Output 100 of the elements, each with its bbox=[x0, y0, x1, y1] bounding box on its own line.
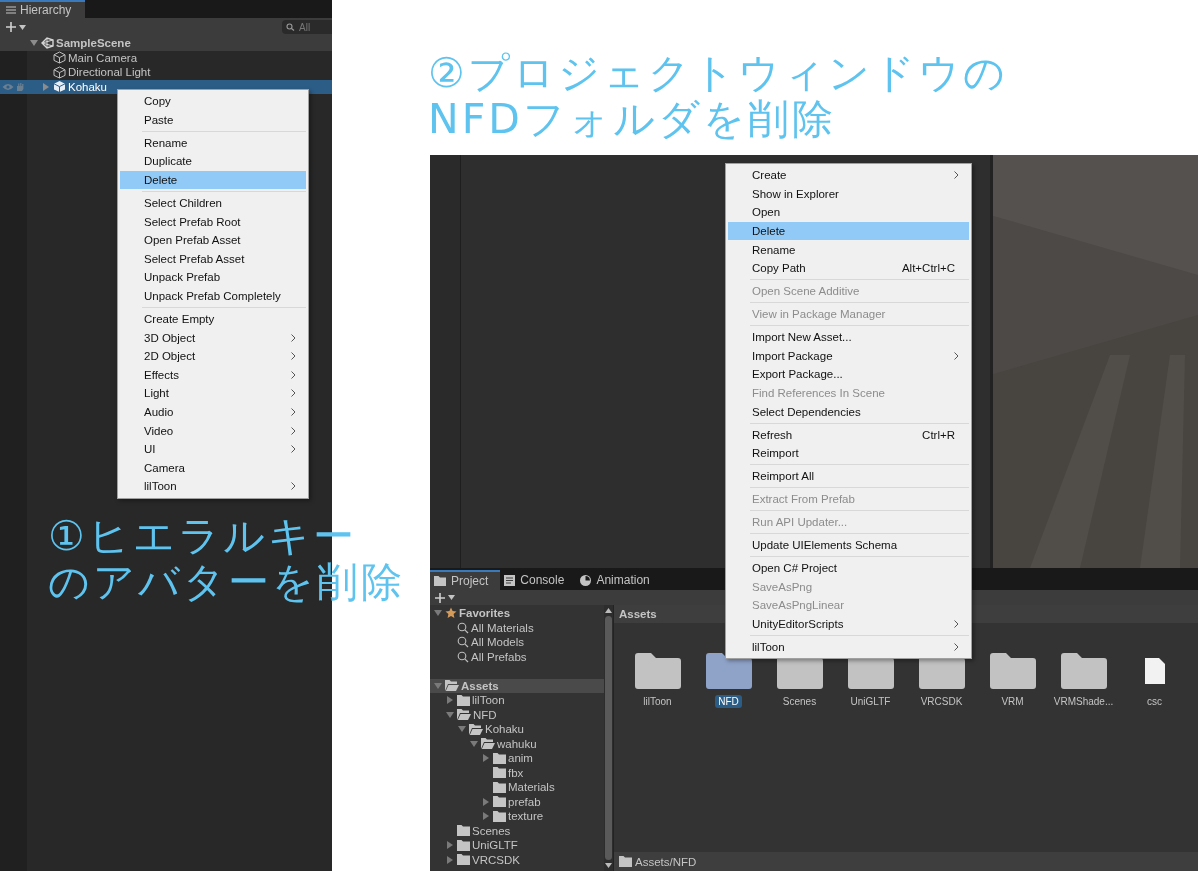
menu-item[interactable]: Show in Explorer bbox=[728, 184, 969, 204]
menu-item[interactable]: Open C# Project bbox=[728, 558, 969, 578]
panel-tab[interactable]: Project bbox=[430, 570, 501, 590]
menu-item[interactable]: Duplicate bbox=[120, 152, 306, 171]
scroll-up-icon[interactable] bbox=[605, 608, 612, 613]
asset-item[interactable]: lilToon bbox=[622, 653, 693, 708]
menu-item[interactable]: Reimport bbox=[728, 443, 969, 463]
tree-row[interactable]: Materials bbox=[430, 780, 604, 795]
hierarchy-tab[interactable]: Hierarchy bbox=[0, 0, 85, 18]
expand-arrow-icon[interactable] bbox=[446, 710, 454, 719]
tree-row[interactable]: VRCSDK bbox=[430, 852, 604, 867]
menu-item[interactable]: Reimport All bbox=[728, 466, 969, 486]
menu-item[interactable]: Unpack Prefab bbox=[120, 268, 306, 287]
panel-tab[interactable]: Animation bbox=[576, 570, 662, 590]
expand-arrow-icon[interactable] bbox=[482, 797, 490, 806]
expand-arrow-icon[interactable] bbox=[470, 739, 478, 748]
tree-row[interactable]: Favorites bbox=[430, 606, 604, 621]
tree-row[interactable]: All Models bbox=[430, 635, 604, 650]
menu-item[interactable]: Effects bbox=[120, 365, 306, 385]
menu-item[interactable]: Unpack Prefab Completely bbox=[120, 286, 306, 306]
menu-item[interactable]: Import New Asset... bbox=[728, 327, 969, 347]
breadcrumb[interactable]: Assets bbox=[619, 608, 657, 620]
dropdown-caret-icon[interactable] bbox=[19, 24, 26, 30]
tree-item-label: Favorites bbox=[459, 607, 511, 620]
menu-item[interactable]: Create Empty bbox=[120, 309, 306, 329]
menu-item[interactable]: Update UIElements Schema bbox=[728, 535, 969, 555]
menu-item[interactable]: Audio bbox=[120, 402, 306, 422]
expand-arrow-icon[interactable] bbox=[30, 39, 38, 48]
asset-item[interactable]: Scenes bbox=[764, 653, 835, 708]
scrollbar[interactable] bbox=[604, 605, 613, 871]
asset-item[interactable]: VRMShade... bbox=[1048, 653, 1119, 708]
asset-item[interactable]: VRM bbox=[977, 653, 1048, 708]
menu-item[interactable]: Delete bbox=[120, 170, 306, 190]
tree-row[interactable]: texture bbox=[430, 809, 604, 824]
expand-arrow-icon[interactable] bbox=[458, 725, 466, 734]
search-field[interactable]: All bbox=[282, 20, 332, 34]
menu-item[interactable]: Paste bbox=[120, 110, 306, 130]
tree-row[interactable]: Scenes bbox=[430, 823, 604, 838]
expand-arrow-icon[interactable] bbox=[446, 841, 454, 850]
expand-arrow-icon[interactable] bbox=[434, 681, 442, 690]
tree-row[interactable]: NFD bbox=[430, 707, 604, 722]
menu-item[interactable]: Copy Path Alt+Ctrl+C bbox=[728, 258, 969, 278]
menu-item[interactable]: Select Children bbox=[120, 193, 306, 213]
tree-item-label: prefab bbox=[508, 795, 541, 808]
menu-item[interactable]: 2D Object bbox=[120, 346, 306, 366]
menu-item[interactable]: Light bbox=[120, 384, 306, 403]
menu-item[interactable]: Video bbox=[120, 421, 306, 440]
asset-label: lilToon bbox=[642, 695, 673, 708]
scroll-down-icon[interactable] bbox=[605, 863, 612, 868]
expand-arrow-icon[interactable] bbox=[42, 82, 50, 91]
hierarchy-row[interactable]: SampleScene bbox=[0, 36, 332, 51]
asset-item[interactable]: UniGLTF bbox=[835, 653, 906, 708]
menu-item[interactable]: Export Package... bbox=[728, 365, 969, 384]
hierarchy-row[interactable]: Main Camera bbox=[0, 50, 332, 65]
menu-item[interactable]: UnityEditorScripts bbox=[728, 614, 969, 634]
dropdown-caret-icon[interactable] bbox=[448, 595, 455, 600]
menu-item[interactable]: Camera bbox=[120, 458, 306, 477]
tree-row[interactable]: lilToon bbox=[430, 693, 604, 708]
eye-icon[interactable] bbox=[2, 82, 14, 91]
menu-item[interactable]: Copy bbox=[120, 92, 306, 111]
scrollbar-thumb[interactable] bbox=[605, 616, 612, 860]
hierarchy-row[interactable]: Directional Light bbox=[0, 65, 332, 80]
menu-item[interactable]: lilToon bbox=[728, 637, 969, 656]
expand-arrow-icon[interactable] bbox=[446, 855, 454, 864]
tree-row[interactable]: UniGLTF bbox=[430, 838, 604, 853]
menu-item[interactable]: Select Prefab Root bbox=[120, 212, 306, 231]
hand-icon[interactable] bbox=[15, 81, 25, 92]
menu-item[interactable]: lilToon bbox=[120, 477, 306, 496]
expand-arrow-icon[interactable] bbox=[434, 609, 442, 618]
menu-item[interactable]: Import Package bbox=[728, 346, 969, 366]
plus-icon[interactable] bbox=[5, 21, 17, 33]
plus-icon[interactable] bbox=[434, 591, 446, 604]
tree-item-label: Scenes bbox=[472, 824, 511, 837]
menu-item[interactable]: Open bbox=[728, 203, 969, 222]
menu-item[interactable]: Select Prefab Asset bbox=[120, 249, 306, 269]
tree-row[interactable]: All Materials bbox=[430, 620, 604, 635]
asset-item[interactable]: csc bbox=[1119, 653, 1190, 708]
expand-arrow-icon[interactable] bbox=[446, 696, 454, 705]
tree-row[interactable]: All Prefabs bbox=[430, 649, 604, 664]
tree-row[interactable]: Kohaku bbox=[430, 722, 604, 737]
cube-icon bbox=[53, 80, 66, 94]
panel-tab[interactable]: Console bbox=[500, 570, 577, 590]
tree-row[interactable]: Assets bbox=[430, 678, 604, 693]
expand-arrow-icon[interactable] bbox=[482, 812, 490, 821]
menu-item[interactable]: Refresh Ctrl+R bbox=[728, 425, 969, 444]
menu-item[interactable]: Delete bbox=[728, 221, 969, 241]
menu-item[interactable]: Rename bbox=[120, 133, 306, 153]
path-text: Assets/NFD bbox=[635, 855, 697, 868]
menu-item[interactable]: Open Prefab Asset bbox=[120, 230, 306, 250]
tree-row[interactable]: wahuku bbox=[430, 736, 604, 751]
menu-item[interactable]: UI bbox=[120, 439, 306, 459]
menu-item[interactable]: Select Dependencies bbox=[728, 402, 969, 421]
tree-row[interactable]: prefab bbox=[430, 794, 604, 809]
menu-item[interactable]: Rename bbox=[728, 240, 969, 259]
tree-row[interactable]: anim bbox=[430, 751, 604, 766]
expand-arrow-icon[interactable] bbox=[482, 754, 490, 763]
asset-item[interactable]: VRCSDK bbox=[906, 653, 977, 708]
menu-item[interactable]: Create bbox=[728, 166, 969, 185]
menu-item[interactable]: 3D Object bbox=[120, 328, 306, 347]
tree-row[interactable]: fbx bbox=[430, 765, 604, 780]
